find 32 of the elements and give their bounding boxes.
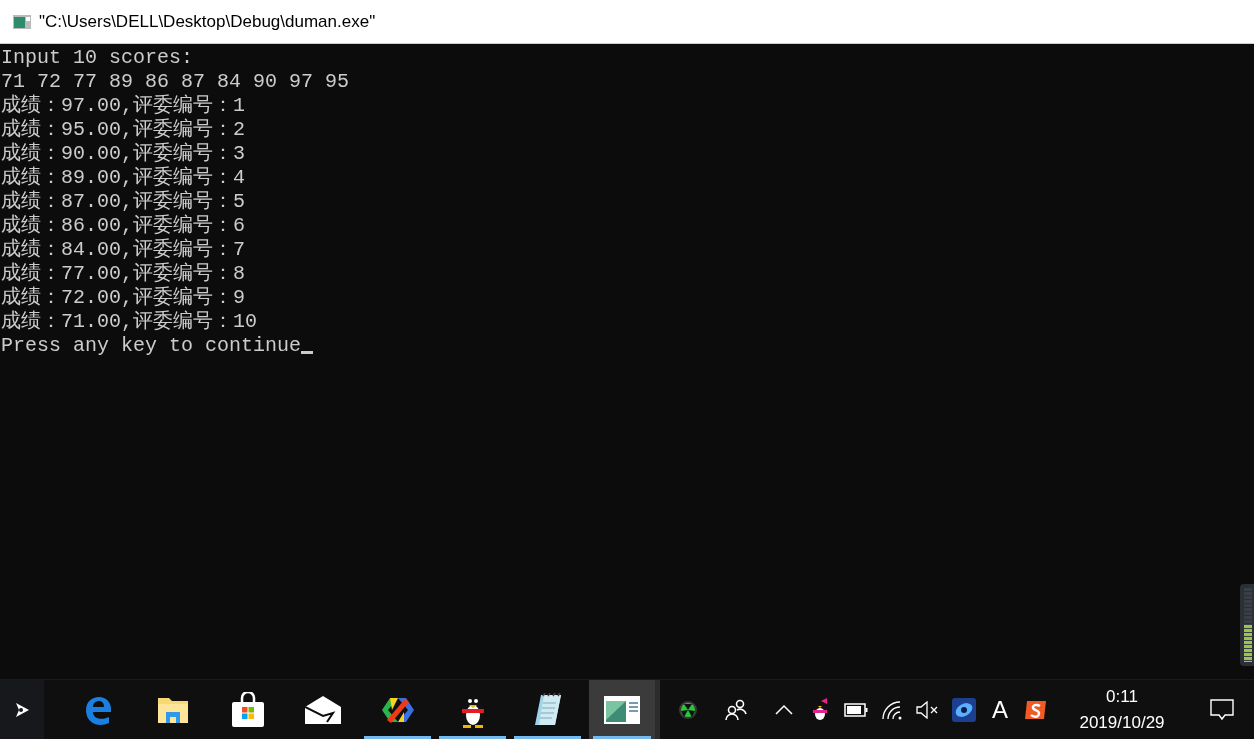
console-line: 成绩：87.00,评委编号：5 — [1, 190, 245, 214]
people-icon — [725, 698, 747, 721]
input-indicator[interactable]: A — [982, 680, 1018, 739]
console-line: 成绩：97.00,评委编号：1 — [1, 94, 245, 118]
console-line: 成绩：86.00,评委编号：6 — [1, 214, 245, 238]
console-window-icon — [13, 14, 31, 29]
s-logo-icon — [1024, 698, 1048, 721]
console-line: Press any key to continue — [1, 334, 302, 358]
radiation-icon — [678, 699, 698, 720]
wifi-icon — [881, 699, 903, 720]
penguin-icon — [811, 697, 829, 722]
clock[interactable]: 0:11 2019/10/29 — [1062, 680, 1182, 739]
window-title: "C:\Users\DELL\Desktop\Debug\duman.exe" — [39, 11, 376, 32]
console-line: 成绩：77.00,评委编号：8 — [1, 262, 245, 286]
taskbar-app[interactable] — [589, 680, 655, 739]
console-line: 成绩：84.00,评委编号：7 — [1, 238, 245, 262]
console-line: Input 10 scores: — [1, 46, 194, 70]
muted-speaker-icon — [916, 700, 940, 719]
console-line: 71 72 77 89 86 87 84 90 97 95 — [1, 70, 350, 94]
console-line: 成绩：71.00,评委编号：10 — [1, 310, 257, 334]
start-button[interactable] — [0, 680, 44, 739]
battery-icon — [844, 702, 868, 717]
console-line: 成绩：95.00,评委编号：2 — [1, 118, 245, 142]
speech-bubble-icon — [1210, 698, 1234, 721]
mail-icon — [304, 695, 341, 724]
console-window-icon — [604, 695, 640, 724]
caret-up-icon — [775, 704, 793, 715]
console-line: 成绩：90.00,评委编号：3 — [1, 142, 245, 166]
swirl-emblem-icon — [952, 697, 976, 722]
store-bag-icon — [230, 691, 265, 728]
console-line: 成绩：89.00,评委编号：4 — [1, 166, 245, 190]
console-line: 成绩：72.00,评委编号：9 — [1, 286, 245, 310]
